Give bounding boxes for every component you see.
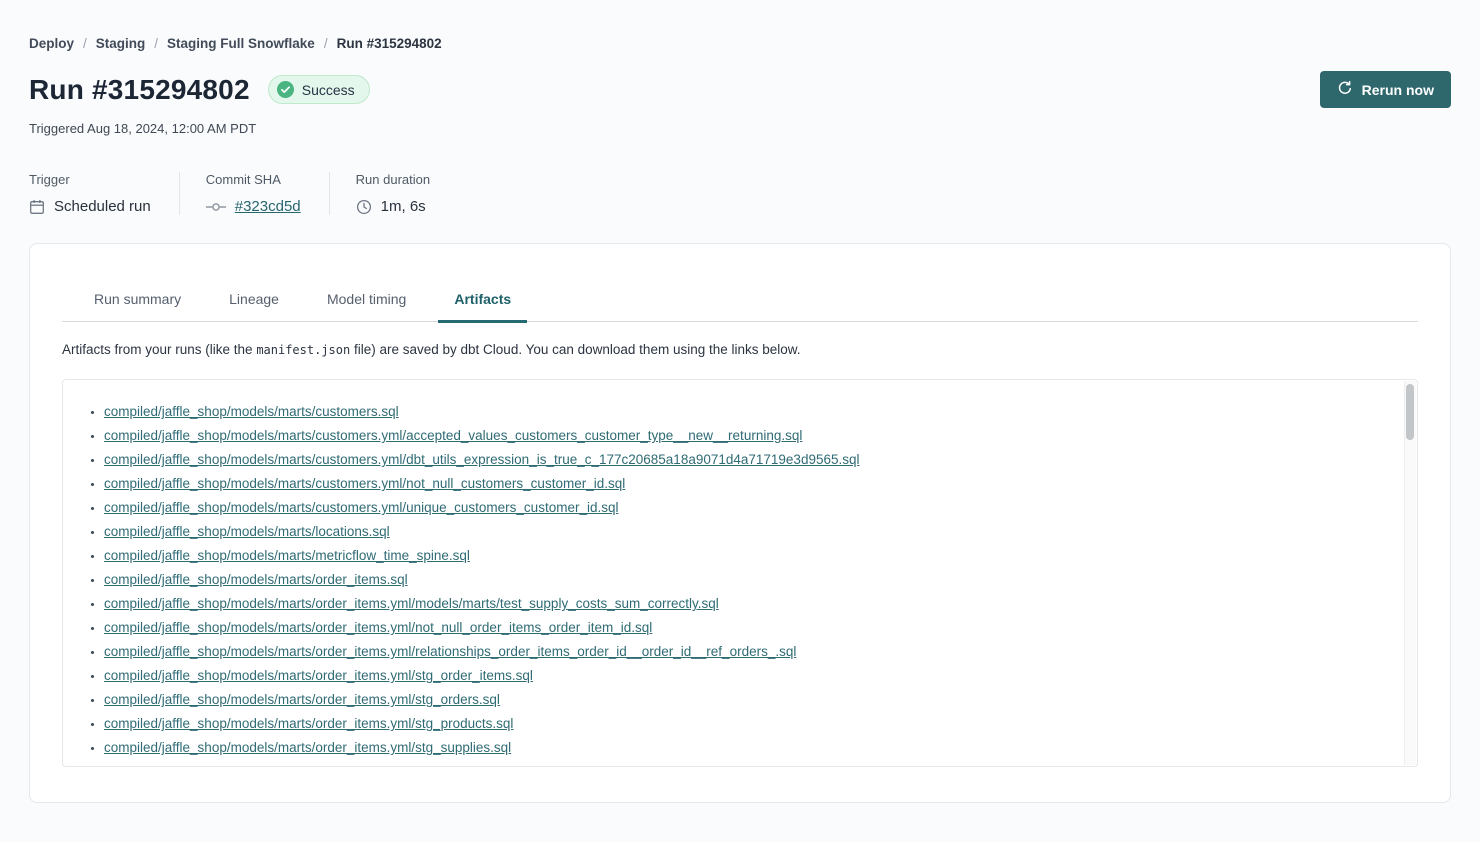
breadcrumb-link-staging[interactable]: Staging bbox=[96, 36, 146, 51]
artifact-file-item: compiled/jaffle_shop/models/marts/locati… bbox=[104, 520, 1387, 544]
clock-icon bbox=[356, 199, 372, 215]
tab-run-summary[interactable]: Run summary bbox=[78, 291, 197, 321]
artifact-file-item: compiled/jaffle_shop/models/marts/order_… bbox=[104, 736, 1387, 760]
calendar-icon bbox=[29, 199, 45, 215]
duration-label: Run duration bbox=[356, 172, 430, 187]
scrollbar-track[interactable] bbox=[1404, 381, 1416, 765]
artifact-file-item: compiled/jaffle_shop/models/marts/order_… bbox=[104, 688, 1387, 712]
run-info-row: Trigger Scheduled run Commit SHA bbox=[29, 172, 1451, 215]
artifact-file-box: compiled/jaffle_shop/models/marts/custom… bbox=[62, 379, 1418, 767]
commit-sha-link[interactable]: #323cd5d bbox=[235, 198, 301, 215]
trigger-value: Scheduled run bbox=[54, 198, 151, 215]
status-badge: Success bbox=[268, 75, 370, 104]
artifacts-description: Artifacts from your runs (like the manif… bbox=[62, 340, 1418, 360]
tab-model-timing[interactable]: Model timing bbox=[311, 291, 422, 321]
artifact-file-link[interactable]: compiled/jaffle_shop/models/marts/order_… bbox=[104, 716, 513, 731]
commit-info: Commit SHA #323cd5d bbox=[179, 172, 329, 215]
artifact-file-item: compiled/jaffle_shop/models/marts/order_… bbox=[104, 712, 1387, 736]
artifact-file-item: compiled/jaffle_shop/models/marts/metric… bbox=[104, 544, 1387, 568]
artifact-file-item: compiled/jaffle_shop/models/marts/custom… bbox=[104, 400, 1387, 424]
commit-label: Commit SHA bbox=[206, 172, 301, 187]
check-circle-icon bbox=[277, 81, 294, 98]
artifact-file-list: compiled/jaffle_shop/models/marts/custom… bbox=[63, 380, 1417, 767]
page-header: Run #315294802 Success Rerun now bbox=[29, 71, 1451, 108]
artifact-file-item: compiled/jaffle_shop/models/marts/custom… bbox=[104, 448, 1387, 472]
artifact-file-item: compiled/jaffle_shop/models/marts/order_… bbox=[104, 592, 1387, 616]
duration-value: 1m, 6s bbox=[381, 198, 426, 215]
artifact-file-link[interactable]: compiled/jaffle_shop/models/marts/custom… bbox=[104, 476, 625, 491]
triggered-timestamp: Triggered Aug 18, 2024, 12:00 AM PDT bbox=[29, 121, 1451, 136]
artifact-file-link[interactable]: compiled/jaffle_shop/models/marts/order_… bbox=[104, 596, 719, 611]
refresh-icon bbox=[1337, 80, 1353, 99]
trigger-info: Trigger Scheduled run bbox=[29, 172, 179, 215]
artifact-file-item: compiled/jaffle_shop/models/marts/custom… bbox=[104, 424, 1387, 448]
artifact-file-item: compiled/jaffle_shop/models/marts/order_… bbox=[104, 640, 1387, 664]
artifact-file-link[interactable]: compiled/jaffle_shop/models/marts/order_… bbox=[104, 764, 646, 767]
artifact-file-link[interactable]: compiled/jaffle_shop/models/marts/custom… bbox=[104, 428, 802, 443]
status-badge-label: Success bbox=[302, 82, 355, 98]
artifact-file-item: compiled/jaffle_shop/models/marts/custom… bbox=[104, 496, 1387, 520]
breadcrumb-link-job[interactable]: Staging Full Snowflake bbox=[167, 36, 315, 51]
artifact-file-link[interactable]: compiled/jaffle_shop/models/marts/order_… bbox=[104, 740, 511, 755]
artifact-file-link[interactable]: compiled/jaffle_shop/models/marts/order_… bbox=[104, 620, 652, 635]
breadcrumb-separator: / bbox=[154, 36, 158, 51]
rerun-now-label: Rerun now bbox=[1362, 82, 1434, 98]
breadcrumb-separator: / bbox=[324, 36, 328, 51]
run-detail-card: Run summary Lineage Model timing Artifac… bbox=[29, 243, 1451, 803]
artifacts-description-text: Artifacts from your runs (like the bbox=[62, 342, 256, 357]
artifact-file-item: compiled/jaffle_shop/models/marts/custom… bbox=[104, 472, 1387, 496]
breadcrumb: Deploy / Staging / Staging Full Snowflak… bbox=[29, 0, 1451, 51]
artifact-file-link[interactable]: compiled/jaffle_shop/models/marts/custom… bbox=[104, 500, 618, 515]
breadcrumb-link-deploy[interactable]: Deploy bbox=[29, 36, 74, 51]
artifact-file-link[interactable]: compiled/jaffle_shop/models/marts/order_… bbox=[104, 572, 408, 587]
artifacts-description-text: file) are saved by dbt Cloud. You can do… bbox=[350, 342, 800, 357]
artifact-file-link[interactable]: compiled/jaffle_shop/models/marts/locati… bbox=[104, 524, 390, 539]
artifact-file-link[interactable]: compiled/jaffle_shop/models/marts/custom… bbox=[104, 404, 399, 419]
artifact-file-link[interactable]: compiled/jaffle_shop/models/marts/custom… bbox=[104, 452, 860, 467]
run-detail-page: Deploy / Staging / Staging Full Snowflak… bbox=[0, 0, 1480, 803]
breadcrumb-separator: / bbox=[83, 36, 87, 51]
manifest-json-code: manifest.json bbox=[256, 343, 350, 357]
trigger-label: Trigger bbox=[29, 172, 151, 187]
artifact-file-item: compiled/jaffle_shop/models/marts/order_… bbox=[104, 568, 1387, 592]
artifact-file-link[interactable]: compiled/jaffle_shop/models/marts/order_… bbox=[104, 668, 533, 683]
duration-info: Run duration 1m, 6s bbox=[329, 172, 458, 215]
breadcrumb-current-run: Run #315294802 bbox=[337, 36, 442, 51]
rerun-now-button[interactable]: Rerun now bbox=[1320, 71, 1451, 108]
artifact-file-link[interactable]: compiled/jaffle_shop/models/marts/order_… bbox=[104, 644, 796, 659]
scrollbar-thumb[interactable] bbox=[1406, 384, 1414, 440]
artifact-file-item: compiled/jaffle_shop/models/marts/order_… bbox=[104, 664, 1387, 688]
artifact-file-link[interactable]: compiled/jaffle_shop/models/marts/metric… bbox=[104, 548, 470, 563]
tab-bar: Run summary Lineage Model timing Artifac… bbox=[62, 291, 1418, 322]
tab-artifacts[interactable]: Artifacts bbox=[438, 291, 527, 321]
artifact-file-item: compiled/jaffle_shop/models/marts/order_… bbox=[104, 760, 1387, 767]
tab-lineage[interactable]: Lineage bbox=[213, 291, 295, 321]
page-title: Run #315294802 bbox=[29, 73, 250, 107]
artifact-file-item: compiled/jaffle_shop/models/marts/order_… bbox=[104, 616, 1387, 640]
git-commit-icon bbox=[206, 201, 226, 213]
artifact-file-link[interactable]: compiled/jaffle_shop/models/marts/order_… bbox=[104, 692, 500, 707]
